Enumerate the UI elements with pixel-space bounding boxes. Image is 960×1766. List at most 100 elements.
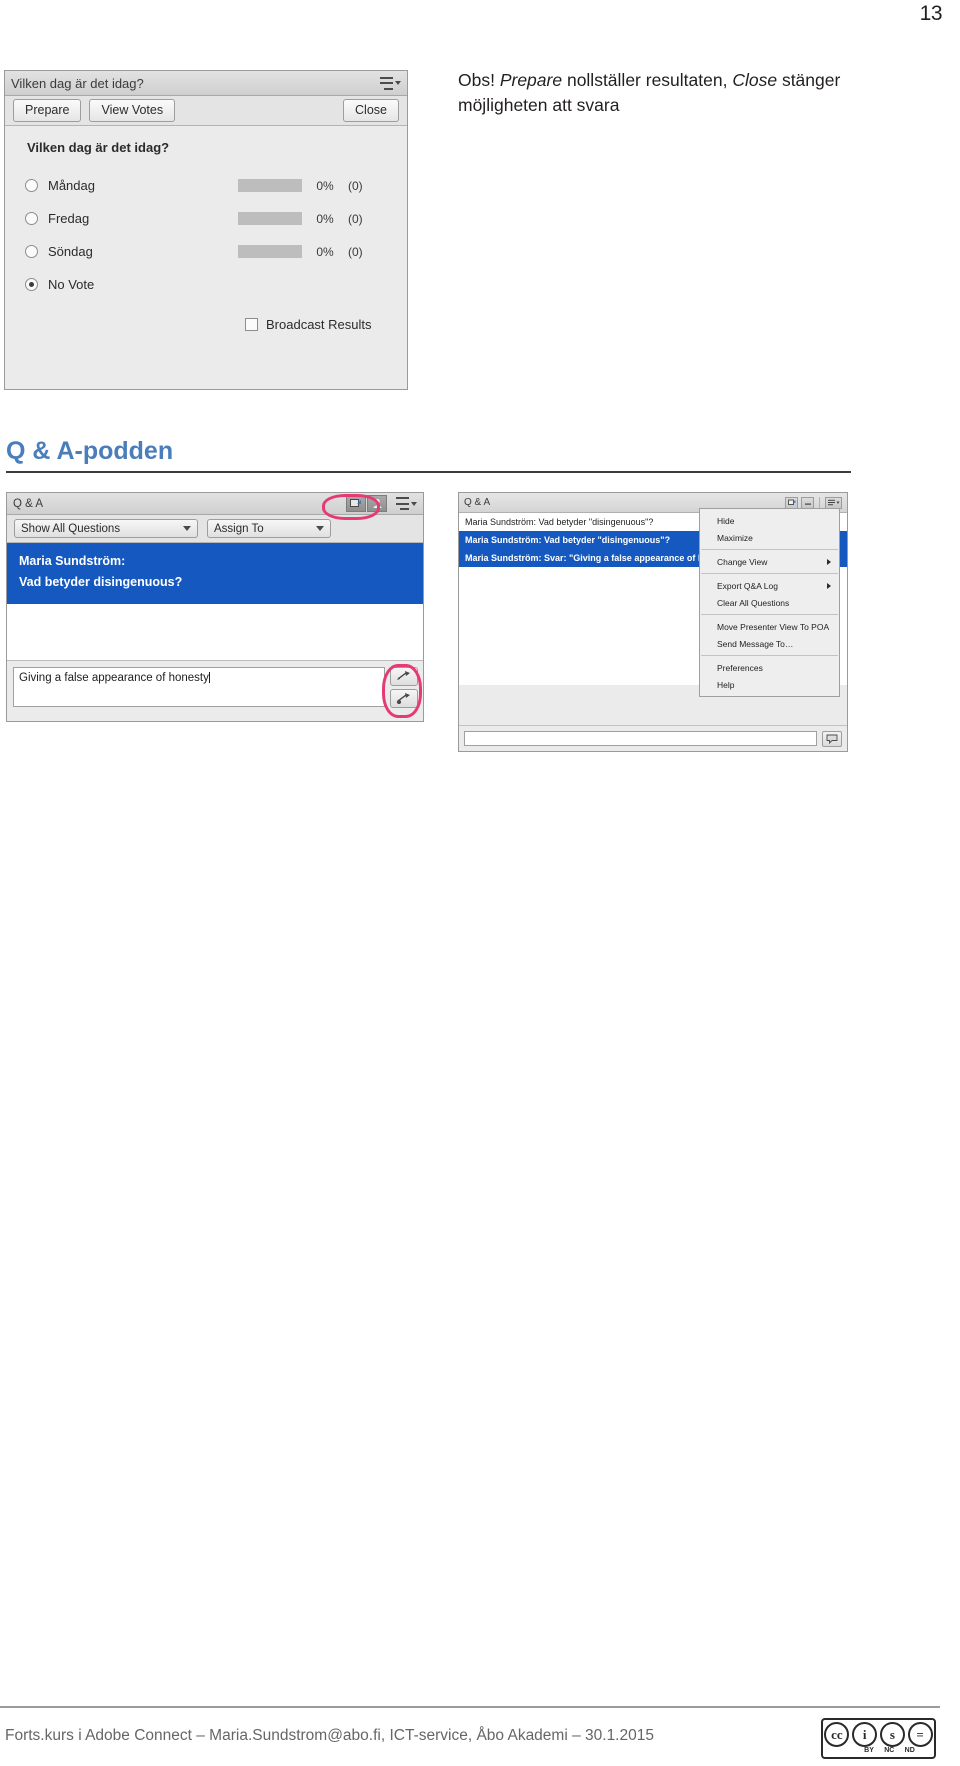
qa-answer-input[interactable]: Giving a false appearance of honesty bbox=[13, 666, 385, 707]
poll-no-vote-row[interactable]: No Vote bbox=[17, 268, 395, 301]
cc-icon-row: cc i s = bbox=[823, 1720, 934, 1747]
send-answer-icon[interactable] bbox=[390, 666, 418, 686]
menu-item-help[interactable]: Help bbox=[700, 676, 839, 693]
person-icon[interactable] bbox=[367, 495, 387, 512]
menu-item-change-view[interactable]: Change View bbox=[700, 553, 839, 570]
cc-nc-icon: s bbox=[879, 1722, 905, 1747]
menu-item-clear-all-questions[interactable]: Clear All Questions bbox=[700, 594, 839, 611]
hamburger-menu-icon[interactable] bbox=[377, 76, 401, 90]
cc-sub-nc: NC bbox=[884, 1747, 895, 1754]
creative-commons-badge-icon: cc i s = BY NC ND bbox=[821, 1718, 936, 1759]
page-number: 13 bbox=[919, 2, 943, 25]
menu-item-preferences[interactable]: Preferences bbox=[700, 659, 839, 676]
menu-item-send-message-to[interactable]: Send Message To… bbox=[700, 635, 839, 652]
note-emphasis-close: Close bbox=[732, 70, 778, 90]
qa-right-message-input[interactable] bbox=[464, 731, 817, 746]
send-to-all-icon[interactable] bbox=[390, 688, 418, 708]
poll-result-bar bbox=[238, 212, 302, 225]
chevron-down-icon bbox=[316, 526, 324, 531]
qa-right-input-area bbox=[459, 725, 847, 751]
menu-item-export-qa-log[interactable]: Export Q&A Log bbox=[700, 577, 839, 594]
chevron-down-icon bbox=[395, 81, 401, 85]
menu-separator bbox=[701, 655, 838, 656]
poll-question: Vilken dag är det idag? bbox=[27, 140, 170, 155]
menu-separator bbox=[701, 549, 838, 550]
menu-item-move-presenter-view-to-poa[interactable]: Move Presenter View To POA bbox=[700, 618, 839, 635]
assign-to-select[interactable]: Assign To bbox=[207, 519, 331, 538]
broadcast-results-row[interactable]: Broadcast Results bbox=[17, 317, 395, 332]
note-middle: nollställer resultaten, bbox=[562, 70, 733, 90]
radio-icon[interactable] bbox=[25, 245, 38, 258]
control-divider bbox=[819, 497, 820, 508]
text-caret bbox=[208, 671, 210, 683]
checkbox-icon[interactable] bbox=[245, 318, 258, 331]
view-votes-button[interactable]: View Votes bbox=[89, 98, 176, 123]
qa-send-buttons bbox=[390, 666, 418, 708]
hamburger-lines-icon bbox=[393, 497, 409, 510]
qa-left-toolbar: Show All Questions Assign To bbox=[7, 515, 423, 543]
poll-option-row[interactable]: Söndag 0% (0) bbox=[17, 235, 395, 268]
radio-icon[interactable] bbox=[25, 179, 38, 192]
poll-count: (0) bbox=[348, 244, 363, 259]
poll-option-row[interactable]: Måndag 0% (0) bbox=[17, 169, 395, 202]
qa-right-title: Q & A bbox=[464, 497, 491, 508]
menu-item-maximize[interactable]: Maximize bbox=[700, 529, 839, 546]
poll-option-label: Söndag bbox=[48, 244, 93, 259]
show-all-questions-select[interactable]: Show All Questions bbox=[14, 519, 198, 538]
broadcast-results-label: Broadcast Results bbox=[266, 317, 372, 332]
send-message-icon[interactable] bbox=[822, 730, 842, 747]
poll-pod-titlebar: Vilken dag är det idag? bbox=[5, 71, 407, 96]
qa-question-text: Vad betyder disingenuous? bbox=[19, 575, 183, 590]
qa-right-controls bbox=[785, 496, 842, 509]
share-question-icon[interactable] bbox=[346, 495, 366, 512]
menu-item-hide[interactable]: Hide bbox=[700, 512, 839, 529]
prepare-button[interactable]: Prepare bbox=[13, 98, 82, 123]
close-button[interactable]: Close bbox=[343, 98, 399, 123]
poll-body: Vilken dag är det idag? Måndag 0% (0) Fr… bbox=[5, 126, 407, 388]
cc-sub-nd: ND bbox=[904, 1747, 915, 1754]
poll-toolbar: Prepare View Votes Close bbox=[5, 96, 407, 126]
menu-icon[interactable] bbox=[825, 496, 842, 509]
footer-text: Forts.kurs i Adobe Connect – Maria.Sunds… bbox=[5, 1727, 654, 1744]
menu-separator bbox=[701, 573, 838, 574]
qa-question-list-empty-area[interactable] bbox=[7, 603, 423, 661]
chevron-down-icon bbox=[411, 501, 417, 506]
cc-logo-icon: cc bbox=[824, 1722, 850, 1747]
hamburger-lines-icon bbox=[377, 76, 393, 90]
menu-separator bbox=[701, 614, 838, 615]
qa-question-author: Maria Sundström: bbox=[19, 554, 126, 568]
menu-item-label: Export Q&A Log bbox=[717, 580, 778, 591]
cc-sub-row: BY NC ND bbox=[823, 1747, 934, 1755]
poll-option-row[interactable]: Fredag 0% (0) bbox=[17, 202, 395, 235]
poll-percent: 0% bbox=[316, 244, 334, 259]
poll-no-vote-label: No Vote bbox=[48, 277, 95, 292]
qa-context-menu: Hide Maximize Change View Export Q&A Log… bbox=[699, 508, 840, 697]
poll-pod: Vilken dag är det idag? Prepare View Vot… bbox=[4, 70, 408, 390]
poll-option-label: Måndag bbox=[48, 178, 95, 193]
chevron-right-icon bbox=[827, 558, 831, 565]
menu-item-label: Change View bbox=[717, 556, 768, 567]
minimize-icon[interactable] bbox=[801, 496, 814, 509]
note-text: Obs! Prepare nollställer resultaten, Clo… bbox=[458, 68, 878, 119]
qa-selected-question[interactable]: Maria Sundström: Vad betyder disingenuou… bbox=[7, 543, 423, 604]
cc-by-icon: i bbox=[852, 1722, 878, 1747]
chevron-down-icon bbox=[183, 526, 191, 531]
assign-to-label: Assign To bbox=[214, 522, 264, 535]
share-icon[interactable] bbox=[785, 496, 798, 509]
poll-result-bar bbox=[238, 245, 302, 258]
poll-count: (0) bbox=[348, 178, 363, 193]
qa-left-icon-buttons bbox=[346, 495, 387, 512]
note-prefix: Obs! bbox=[458, 70, 500, 90]
radio-selected-icon[interactable] bbox=[25, 278, 38, 291]
qa-left-titlebar: Q & A bbox=[7, 493, 423, 515]
note-emphasis-prepare: Prepare bbox=[499, 70, 563, 90]
qa-left-title: Q & A bbox=[13, 497, 44, 510]
qa-left-menu-icon[interactable] bbox=[393, 497, 417, 510]
poll-count: (0) bbox=[348, 211, 363, 226]
radio-icon[interactable] bbox=[25, 212, 38, 225]
heading-divider bbox=[6, 471, 851, 473]
cc-sub-by: BY bbox=[864, 1747, 874, 1754]
qa-pod-left: Q & A Show All Questions Assign To Maria… bbox=[6, 492, 424, 722]
poll-percent: 0% bbox=[316, 178, 334, 193]
qa-answer-value: Giving a false appearance of honesty bbox=[19, 671, 209, 684]
